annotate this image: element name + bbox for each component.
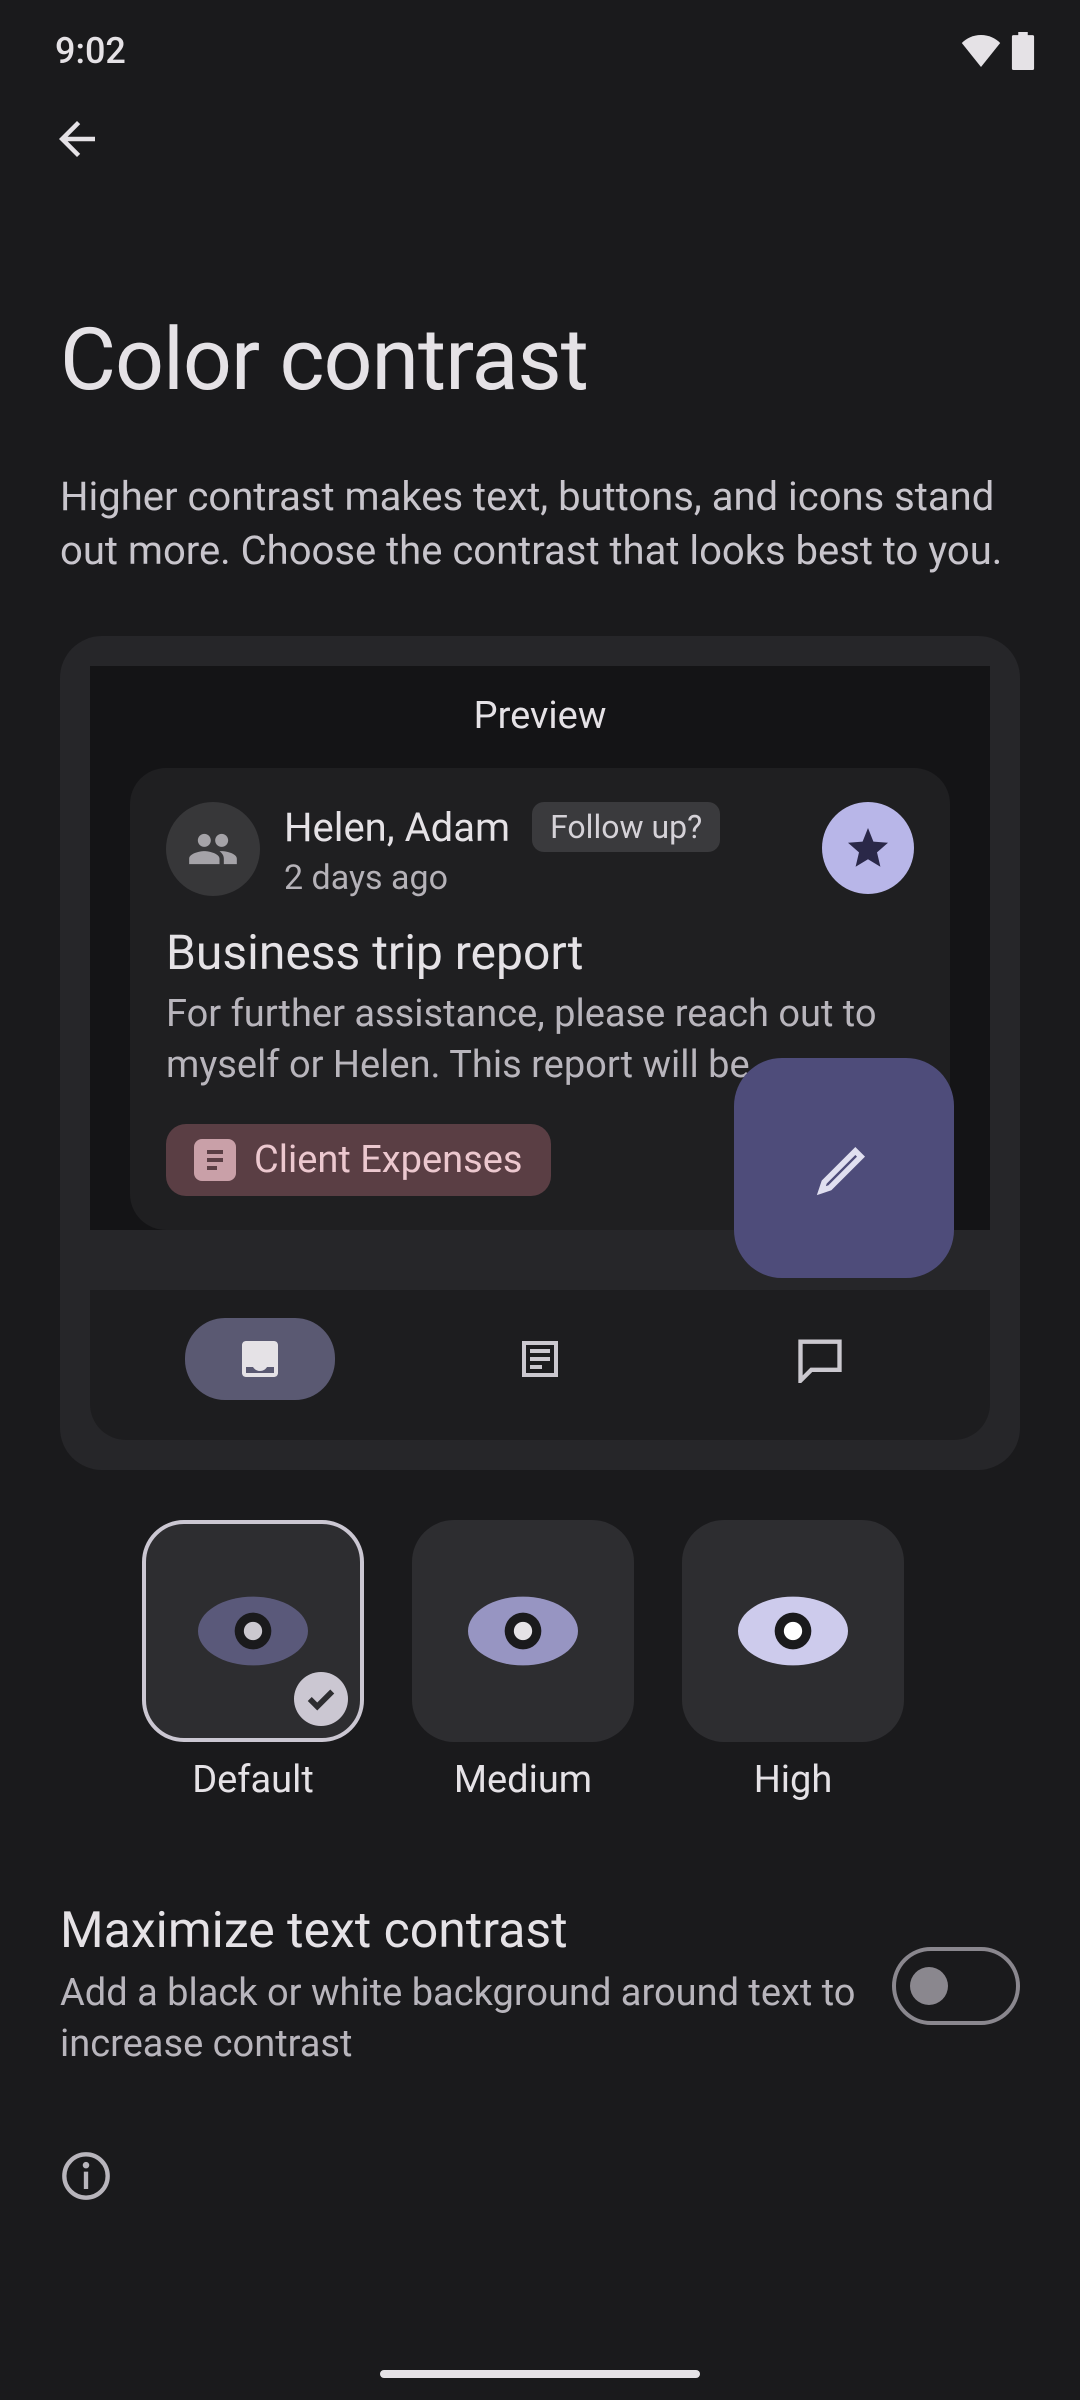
maximize-text-contrast-row[interactable]: Maximize text contrast Add a black or wh… <box>0 1802 1080 2071</box>
document-icon <box>194 1139 236 1181</box>
preview-inner: Preview Helen, Adam Follow up? 2 days ag… <box>90 666 990 1230</box>
status-time: 9:02 <box>55 30 126 72</box>
arrow-back-icon <box>50 112 104 166</box>
pencil-icon <box>810 1134 878 1202</box>
status-icons <box>961 32 1035 70</box>
battery-icon <box>1011 32 1035 70</box>
options-row: Default Medium High <box>0 1470 1080 1802</box>
email-tag: Follow up? <box>532 802 720 852</box>
email-from: Helen, Adam <box>284 804 510 851</box>
people-icon <box>187 829 239 869</box>
info-icon <box>60 2150 112 2202</box>
setting-description: Add a black or white background around t… <box>60 1968 862 2071</box>
header: Color contrast <box>0 179 1080 410</box>
check-icon <box>306 1687 336 1711</box>
eye-icon <box>468 1596 578 1666</box>
option-medium[interactable]: Medium <box>412 1520 634 1802</box>
option-label: High <box>754 1758 833 1802</box>
nav-articles <box>465 1318 615 1400</box>
article-icon <box>516 1335 564 1383</box>
option-high[interactable]: High <box>682 1520 904 1802</box>
nav-chat <box>745 1318 895 1400</box>
eye-icon <box>198 1596 308 1666</box>
option-default[interactable]: Default <box>142 1520 364 1802</box>
setting-title: Maximize text contrast <box>60 1902 862 1960</box>
back-button[interactable] <box>0 82 1080 179</box>
preview-container: Preview Helen, Adam Follow up? 2 days ag… <box>60 636 1020 1470</box>
page-title: Color contrast <box>60 309 1020 410</box>
star-icon <box>844 824 892 872</box>
page-description: Higher contrast makes text, buttons, and… <box>0 410 1080 578</box>
inbox-icon <box>236 1335 284 1383</box>
avatar <box>166 802 260 896</box>
status-bar: 9:02 <box>0 0 1080 82</box>
email-card: Helen, Adam Follow up? 2 days ago Busine… <box>130 768 950 1230</box>
wifi-icon <box>961 35 1001 67</box>
preview-label: Preview <box>130 684 950 768</box>
email-subject: Business trip report <box>166 924 914 981</box>
info-row <box>0 2070 1080 2206</box>
email-time: 2 days ago <box>284 858 798 898</box>
chat-icon <box>794 1335 846 1383</box>
attachment-chip: Client Expenses <box>166 1124 551 1196</box>
nav-inbox <box>185 1318 335 1400</box>
star-button <box>822 802 914 894</box>
option-label: Default <box>192 1758 314 1802</box>
compose-fab <box>734 1058 954 1278</box>
navigation-bar[interactable] <box>380 2370 700 2378</box>
attachment-label: Client Expenses <box>254 1138 523 1182</box>
maximize-text-contrast-toggle[interactable] <box>892 1947 1020 2025</box>
preview-bottom-nav <box>90 1290 990 1440</box>
eye-icon <box>738 1596 848 1666</box>
check-badge <box>294 1672 348 1726</box>
option-label: Medium <box>454 1758 592 1802</box>
